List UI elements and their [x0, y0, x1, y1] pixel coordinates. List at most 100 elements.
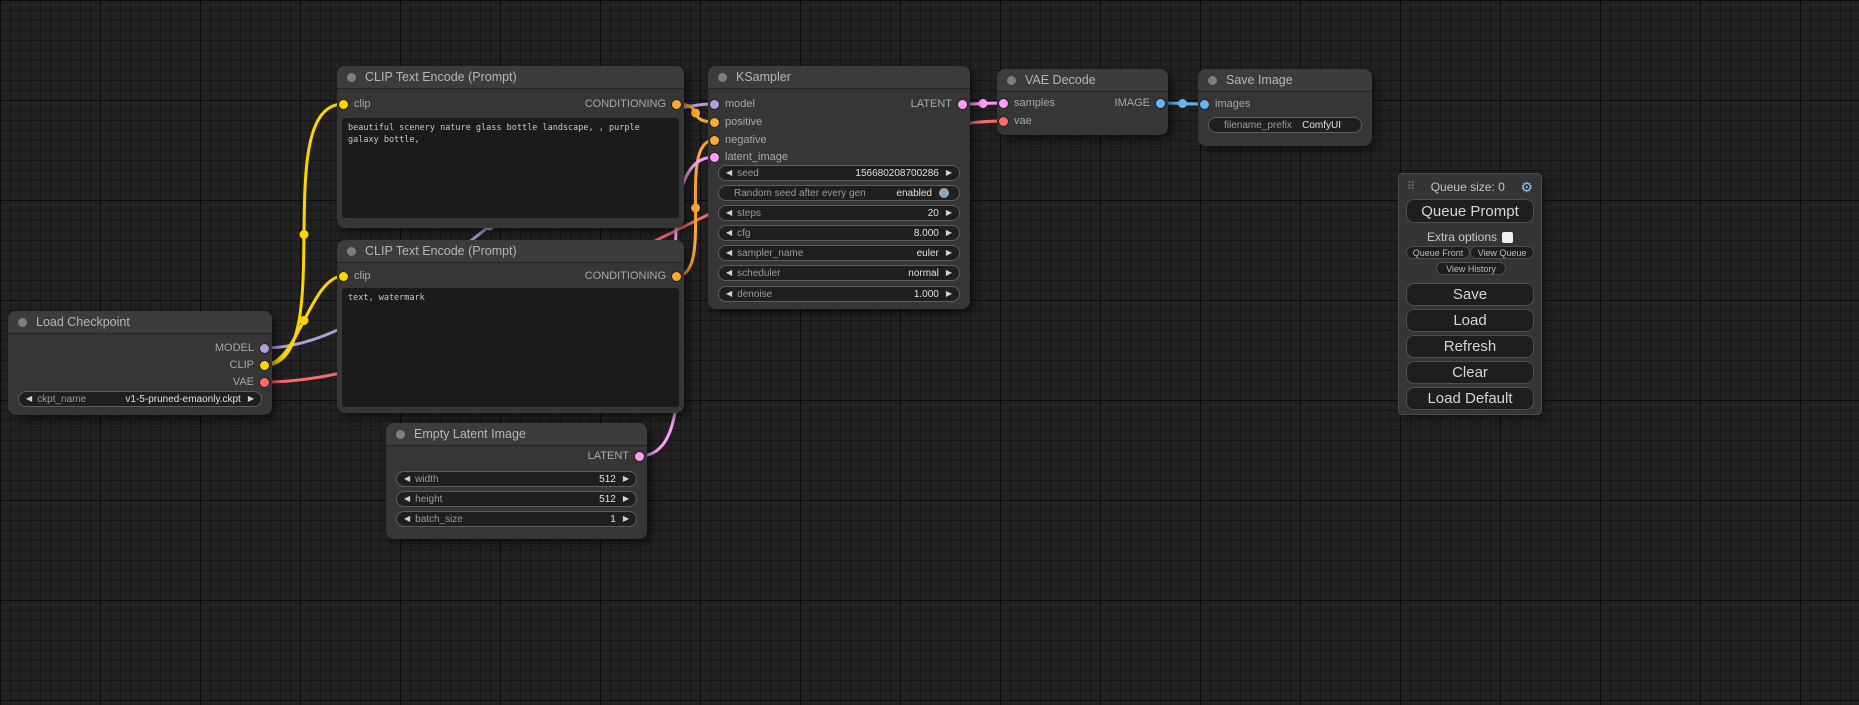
widget-filename-prefix[interactable]: filename_prefix ComfyUI — [1208, 117, 1362, 133]
output-slot-latent[interactable] — [635, 452, 644, 461]
node-load-checkpoint[interactable]: Load Checkpoint MODEL CLIP VAE ◀ ckpt_na… — [8, 311, 272, 415]
toggle-dot-icon[interactable] — [939, 188, 949, 198]
node-title-bar[interactable]: Empty Latent Image — [386, 423, 647, 445]
input-slot-images[interactable] — [1200, 100, 1209, 109]
widget-random-seed-toggle[interactable]: Random seed after every gen enabled — [718, 185, 960, 201]
widget-cfg[interactable]: ◀ cfg 8.000 ▶ — [718, 225, 960, 241]
increment-arrow-icon[interactable]: ▶ — [623, 475, 629, 483]
increment-arrow-icon[interactable]: ▶ — [946, 209, 952, 217]
input-slot-vae[interactable] — [999, 117, 1008, 126]
collapse-dot-icon[interactable] — [347, 73, 356, 82]
increment-arrow-icon[interactable]: ▶ — [946, 249, 952, 257]
decrement-arrow-icon[interactable]: ◀ — [726, 290, 732, 298]
widget-value: 1 — [610, 514, 616, 525]
node-title: Empty Latent Image — [414, 427, 526, 441]
decrement-arrow-icon[interactable]: ◀ — [726, 209, 732, 217]
clear-button[interactable]: Clear — [1406, 361, 1534, 384]
prompt-textarea[interactable]: text, watermark — [342, 288, 679, 407]
input-slot-clip[interactable] — [339, 272, 348, 281]
collapse-dot-icon[interactable] — [396, 430, 405, 439]
output-slot-clip[interactable] — [260, 361, 269, 370]
output-slot-model[interactable] — [260, 344, 269, 353]
queue-panel-header: ⠿ Queue size: 0 ⚙ — [1407, 179, 1533, 195]
output-slot-conditioning[interactable] — [672, 272, 681, 281]
decrement-arrow-icon[interactable]: ◀ — [404, 515, 410, 523]
output-row-conditioning: CONDITIONING — [585, 97, 681, 111]
widget-seed[interactable]: ◀ seed 156680208700286 ▶ — [718, 165, 960, 181]
increment-arrow-icon[interactable]: ▶ — [946, 229, 952, 237]
increment-arrow-icon[interactable]: ▶ — [623, 515, 629, 523]
decrement-arrow-icon[interactable]: ◀ — [726, 249, 732, 257]
increment-arrow-icon[interactable]: ▶ — [946, 269, 952, 277]
node-ksampler[interactable]: KSampler model positive negative latent_… — [708, 66, 970, 309]
node-vae-decode[interactable]: VAE Decode samples vae IMAGE — [997, 69, 1168, 135]
widget-label: filename_prefix — [1224, 120, 1292, 131]
settings-gear-icon[interactable]: ⚙ — [1520, 180, 1533, 194]
drag-handle-icon[interactable]: ⠿ — [1407, 182, 1415, 193]
widget-denoise[interactable]: ◀ denoise 1.000 ▶ — [718, 286, 960, 302]
input-slot-positive[interactable] — [710, 118, 719, 127]
decrement-arrow-icon[interactable]: ◀ — [404, 495, 410, 503]
increment-arrow-icon[interactable]: ▶ — [248, 395, 254, 403]
view-queue-button[interactable]: View Queue — [1470, 246, 1534, 259]
widget-label: denoise — [737, 289, 772, 300]
node-title-bar[interactable]: CLIP Text Encode (Prompt) — [337, 66, 684, 88]
collapse-dot-icon[interactable] — [718, 73, 727, 82]
output-row-image: IMAGE — [1115, 96, 1165, 110]
input-slot-latent-image[interactable] — [710, 153, 719, 162]
queue-front-button[interactable]: Queue Front — [1406, 246, 1470, 259]
node-title-bar[interactable]: VAE Decode — [997, 69, 1168, 91]
collapse-dot-icon[interactable] — [1007, 76, 1016, 85]
node-title-bar[interactable]: Save Image — [1198, 69, 1372, 91]
collapse-dot-icon[interactable] — [1208, 76, 1217, 85]
widget-height[interactable]: ◀ height 512 ▶ — [396, 491, 637, 507]
output-slot-label: MODEL — [215, 342, 254, 354]
decrement-arrow-icon[interactable]: ◀ — [726, 229, 732, 237]
widget-batch-size[interactable]: ◀ batch_size 1 ▶ — [396, 511, 637, 527]
extra-options-checkbox[interactable] — [1502, 232, 1513, 243]
input-slot-negative[interactable] — [710, 136, 719, 145]
node-clip-text-encode-positive[interactable]: CLIP Text Encode (Prompt) clip CONDITION… — [337, 66, 684, 228]
decrement-arrow-icon[interactable]: ◀ — [404, 475, 410, 483]
decrement-arrow-icon[interactable]: ◀ — [726, 269, 732, 277]
increment-arrow-icon[interactable]: ▶ — [946, 290, 952, 298]
extra-options-label: Extra options — [1427, 230, 1497, 244]
input-slot-clip[interactable] — [339, 100, 348, 109]
widget-sampler-name[interactable]: ◀ sampler_name euler ▶ — [718, 245, 960, 261]
refresh-button[interactable]: Refresh — [1406, 335, 1534, 358]
collapse-dot-icon[interactable] — [18, 318, 27, 327]
output-slot-label: CONDITIONING — [585, 270, 666, 282]
increment-arrow-icon[interactable]: ▶ — [623, 495, 629, 503]
input-slot-samples[interactable] — [999, 99, 1008, 108]
input-slot-model[interactable] — [710, 100, 719, 109]
widget-steps[interactable]: ◀ steps 20 ▶ — [718, 205, 960, 221]
prompt-textarea[interactable]: beautiful scenery nature glass bottle la… — [342, 118, 679, 218]
input-row-clip: clip — [339, 97, 371, 111]
node-title-bar[interactable]: Load Checkpoint — [8, 311, 272, 333]
decrement-arrow-icon[interactable]: ◀ — [726, 169, 732, 177]
save-button[interactable]: Save — [1406, 283, 1534, 306]
widget-label: steps — [737, 208, 761, 219]
output-slot-vae[interactable] — [260, 378, 269, 387]
collapse-dot-icon[interactable] — [347, 247, 356, 256]
node-empty-latent-image[interactable]: Empty Latent Image LATENT ◀ width 512 ▶ … — [386, 423, 647, 539]
output-slot-latent[interactable] — [958, 100, 967, 109]
node-title-bar[interactable]: CLIP Text Encode (Prompt) — [337, 240, 684, 262]
load-button[interactable]: Load — [1406, 309, 1534, 332]
widget-width[interactable]: ◀ width 512 ▶ — [396, 471, 637, 487]
increment-arrow-icon[interactable]: ▶ — [946, 169, 952, 177]
output-slot-conditioning[interactable] — [672, 100, 681, 109]
node-clip-text-encode-negative[interactable]: CLIP Text Encode (Prompt) clip CONDITION… — [337, 240, 684, 413]
queue-prompt-button[interactable]: Queue Prompt — [1406, 199, 1534, 223]
decrement-arrow-icon[interactable]: ◀ — [26, 395, 32, 403]
widget-value: enabled — [896, 188, 932, 199]
view-history-button[interactable]: View History — [1436, 262, 1506, 275]
node-save-image[interactable]: Save Image images filename_prefix ComfyU… — [1198, 69, 1372, 146]
node-title-bar[interactable]: KSampler — [708, 66, 970, 88]
output-slot-image[interactable] — [1156, 99, 1165, 108]
load-default-button[interactable]: Load Default — [1406, 387, 1534, 410]
node-graph-canvas[interactable]: Load Checkpoint MODEL CLIP VAE ◀ ckpt_na… — [0, 0, 1859, 705]
widget-ckpt-name[interactable]: ◀ ckpt_name v1-5-pruned-emaonly.ckpt ▶ — [18, 391, 262, 407]
widget-scheduler[interactable]: ◀ scheduler normal ▶ — [718, 265, 960, 281]
output-slot-label: LATENT — [911, 98, 952, 110]
